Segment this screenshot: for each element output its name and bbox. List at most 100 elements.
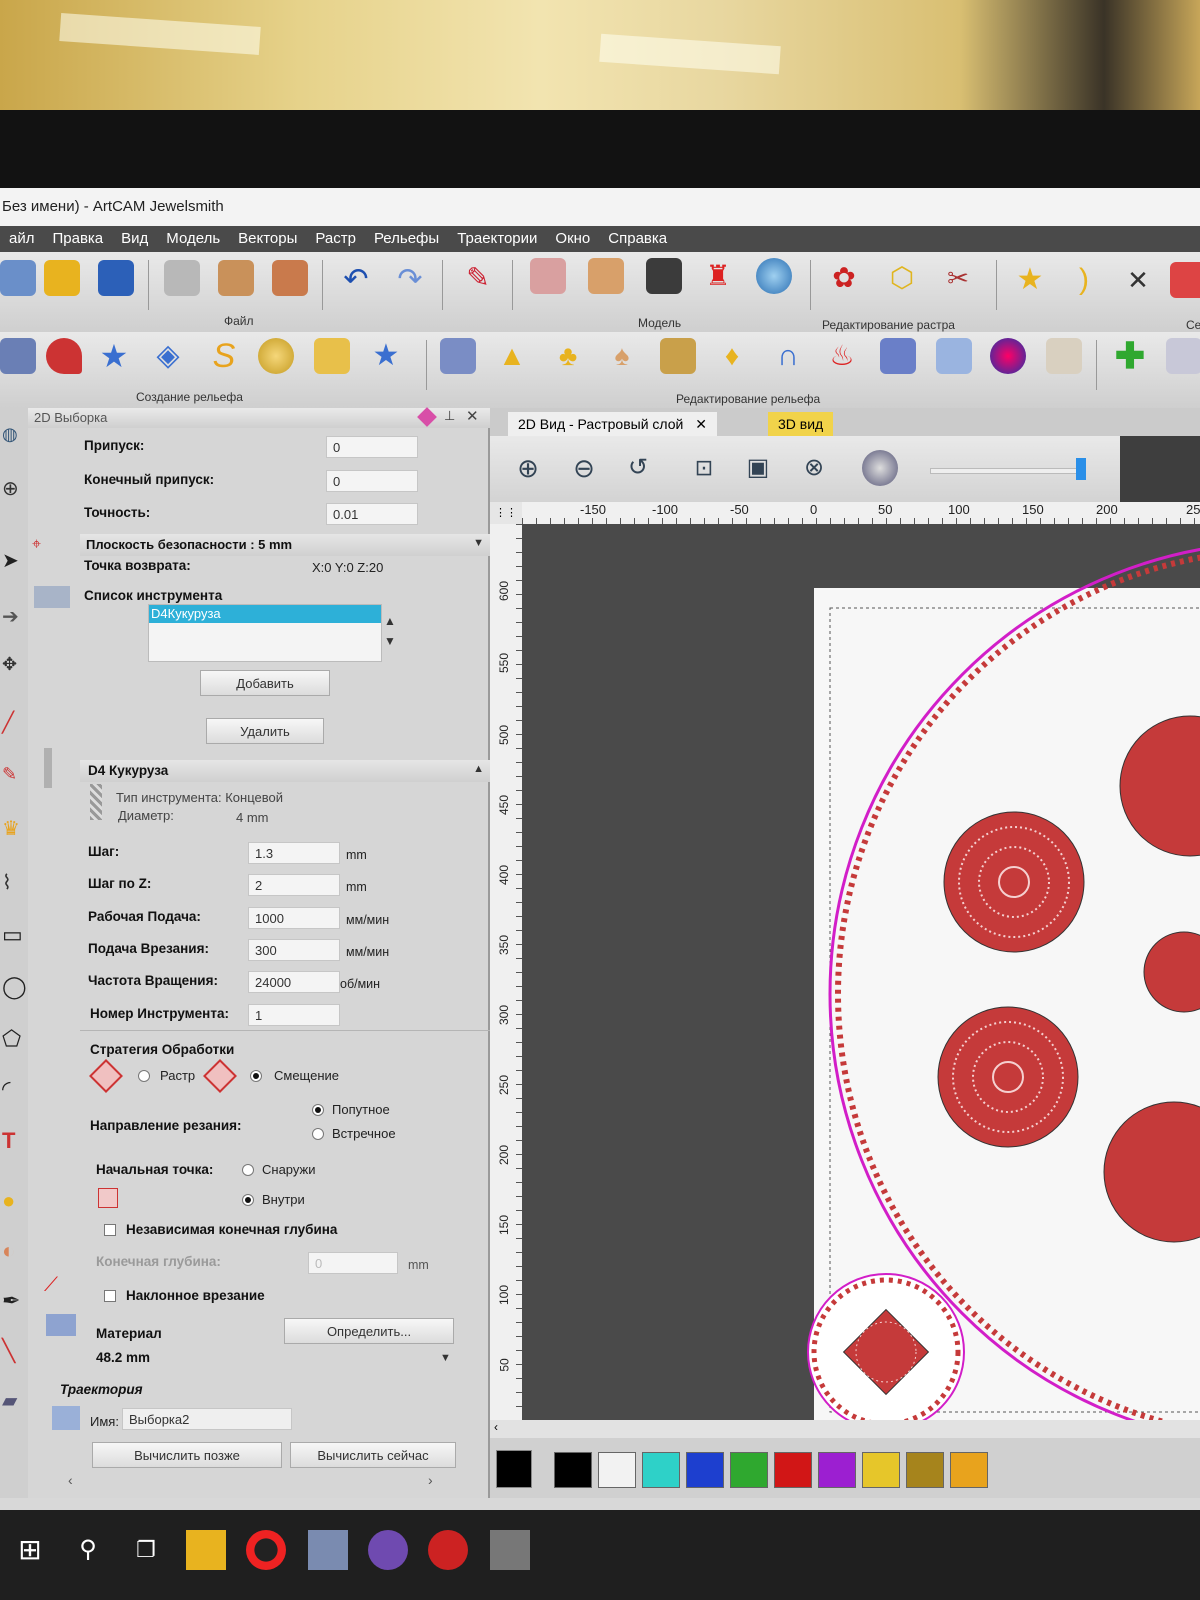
- relief-plane-icon[interactable]: [314, 338, 350, 374]
- opera-icon[interactable]: [246, 1530, 286, 1570]
- palette-swatch[interactable]: [598, 1452, 636, 1488]
- model-image-icon[interactable]: [588, 258, 624, 294]
- open-folder-icon[interactable]: [44, 260, 80, 296]
- layer-icon[interactable]: ▰: [2, 1388, 24, 1412]
- zoom-previous-icon[interactable]: ↺: [620, 450, 656, 486]
- tolerance-input[interactable]: 0.01: [326, 503, 418, 525]
- node-edit-icon[interactable]: ➔: [2, 604, 24, 628]
- add-tool-button[interactable]: Добавить: [200, 670, 330, 696]
- relief-weave-icon[interactable]: [258, 338, 294, 374]
- cut-icon[interactable]: [164, 260, 200, 296]
- search-icon[interactable]: ⚲: [68, 1530, 108, 1570]
- vector-star-icon[interactable]: ★: [1012, 262, 1048, 298]
- palette-swatch[interactable]: [774, 1452, 812, 1488]
- relief-shape-icon[interactable]: [0, 338, 36, 374]
- menu-toolpaths[interactable]: Траектории: [448, 226, 546, 252]
- line-tool-icon[interactable]: ╱: [2, 710, 24, 734]
- polygon-icon[interactable]: ⬠: [2, 1026, 24, 1051]
- menu-window[interactable]: Окно: [546, 226, 599, 252]
- horizontal-scrollbar[interactable]: ‹: [490, 1420, 1200, 1438]
- palette-swatch[interactable]: [818, 1452, 856, 1488]
- palette-swatch[interactable]: [906, 1452, 944, 1488]
- tab-2d-view[interactable]: 2D Вид - Растровый слой ✕: [508, 412, 717, 436]
- solidworks-icon[interactable]: [428, 1530, 468, 1570]
- direction-conventional-radio[interactable]: [312, 1128, 324, 1140]
- knife-icon[interactable]: ╲: [2, 1338, 24, 1363]
- vector-arc-icon[interactable]: ): [1066, 262, 1102, 298]
- relief-extrude-icon[interactable]: ◈: [150, 338, 186, 374]
- menu-edit[interactable]: Правка: [43, 226, 112, 252]
- strategy-raster-radio[interactable]: [138, 1070, 150, 1082]
- relief-edit-stack-icon[interactable]: ▲: [494, 338, 530, 374]
- panel-close-icon[interactable]: ✕: [466, 407, 479, 425]
- calculate-now-button[interactable]: Вычислить сейчас: [290, 1442, 456, 1468]
- zoom-in-icon[interactable]: ⊕: [510, 450, 546, 486]
- relief-edit-smooth-icon[interactable]: ♠: [604, 338, 640, 374]
- model-sphere-icon[interactable]: [756, 258, 792, 294]
- relief-heart-icon[interactable]: [46, 338, 82, 374]
- safe-z-expand-icon[interactable]: ▼: [473, 537, 484, 549]
- palette-swatch[interactable]: [686, 1452, 724, 1488]
- copy-icon[interactable]: [218, 260, 254, 296]
- tool-collapse-icon[interactable]: ▲: [473, 763, 484, 775]
- zoom-box-icon[interactable]: ▣: [740, 450, 776, 486]
- relief-edit-offset-icon[interactable]: ♦: [714, 338, 750, 374]
- model-relief-icon[interactable]: [530, 258, 566, 294]
- tool-list-item-selected[interactable]: D4Кукуруза: [149, 605, 381, 623]
- tab-close-icon[interactable]: ✕: [695, 416, 707, 432]
- material-expand-icon[interactable]: ▼: [440, 1352, 451, 1364]
- relief-edit-plane-icon[interactable]: [440, 338, 476, 374]
- calculate-later-button[interactable]: Вычислить позже: [92, 1442, 282, 1468]
- relief-edit-bend-icon[interactable]: ∩: [770, 338, 806, 374]
- direction-climb-radio[interactable]: [312, 1104, 324, 1116]
- tool-circle-icon[interactable]: ⊕: [2, 476, 24, 500]
- app-window-icon[interactable]: [490, 1530, 530, 1570]
- relief-star-icon[interactable]: ★: [96, 338, 132, 374]
- viber-icon[interactable]: [368, 1530, 408, 1570]
- save-icon[interactable]: [98, 260, 134, 296]
- palette-swatch[interactable]: [554, 1452, 592, 1488]
- delete-tool-button[interactable]: Удалить: [206, 718, 324, 744]
- polyline-icon[interactable]: ⌇: [2, 870, 24, 894]
- file-explorer-icon[interactable]: [186, 1530, 226, 1570]
- start-inside-radio[interactable]: [242, 1194, 254, 1206]
- start-outside-radio[interactable]: [242, 1164, 254, 1176]
- tool-header-bar[interactable]: D4 Кукуруза ▲: [80, 760, 490, 782]
- windows-start-icon[interactable]: ⊞: [10, 1530, 50, 1570]
- redo-icon[interactable]: ↷: [392, 262, 428, 298]
- tool-globe-icon[interactable]: ◍: [2, 424, 24, 446]
- palette-swatch[interactable]: [862, 1452, 900, 1488]
- zoom-out-icon[interactable]: ⊖: [566, 450, 602, 486]
- menu-model[interactable]: Модель: [157, 226, 229, 252]
- vector-edit-icon[interactable]: [1170, 262, 1200, 298]
- artcam-icon[interactable]: [308, 1530, 348, 1570]
- tool-list[interactable]: D4Кукуруза: [148, 604, 382, 662]
- view-settings-icon[interactable]: [862, 450, 898, 486]
- menu-raster[interactable]: Растр: [306, 226, 365, 252]
- relief-edit-eraser-icon[interactable]: [1046, 338, 1082, 374]
- relief-layer-icon[interactable]: [1166, 338, 1200, 374]
- raster-select-icon[interactable]: ⬡: [884, 260, 920, 296]
- h-scroll-left-icon[interactable]: ‹: [494, 1420, 498, 1434]
- scroll-right-icon[interactable]: ›: [428, 1472, 433, 1488]
- fill-tool-icon[interactable]: ♛: [2, 816, 24, 840]
- text-tool-icon[interactable]: T: [2, 1128, 24, 1153]
- sculpt-icon[interactable]: ◐: [2, 1238, 24, 1263]
- toolnum-input[interactable]: 1: [248, 1004, 340, 1026]
- menu-file[interactable]: айл: [0, 226, 43, 252]
- relief-edit-ball-icon[interactable]: [990, 338, 1026, 374]
- palette-swatch[interactable]: [730, 1452, 768, 1488]
- stepover-input[interactable]: 1.3: [248, 842, 340, 864]
- menu-vectors[interactable]: Векторы: [229, 226, 306, 252]
- tab-3d-view[interactable]: 3D вид: [768, 412, 834, 436]
- relief-textured-icon[interactable]: ★: [368, 338, 404, 374]
- paste-icon[interactable]: [272, 260, 308, 296]
- undo-icon[interactable]: ↶: [338, 262, 374, 298]
- model-lamp-icon[interactable]: ♜: [700, 258, 736, 294]
- menu-view[interactable]: Вид: [112, 226, 157, 252]
- menu-help[interactable]: Справка: [599, 226, 676, 252]
- arc-icon[interactable]: ◜: [2, 1076, 24, 1101]
- relief-edit-scale-icon[interactable]: [660, 338, 696, 374]
- plunge-input[interactable]: 300: [248, 939, 340, 961]
- ramp-checkbox[interactable]: [104, 1290, 116, 1302]
